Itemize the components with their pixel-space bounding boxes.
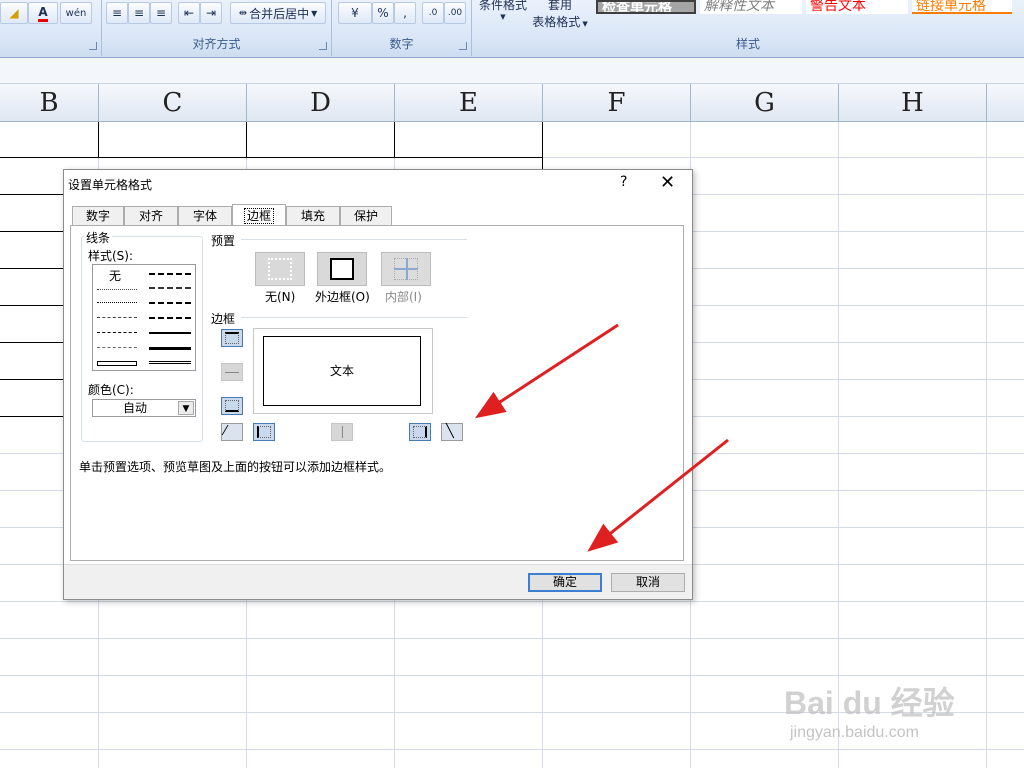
annotation-arrows (474, 323, 729, 552)
arrow-to-diagonal-button (474, 323, 619, 419)
watermark-logo: Bai du 经验 (784, 685, 955, 721)
watermark-url: jingyan.baidu.com (790, 724, 919, 741)
arrow-to-ok-button (587, 438, 729, 552)
